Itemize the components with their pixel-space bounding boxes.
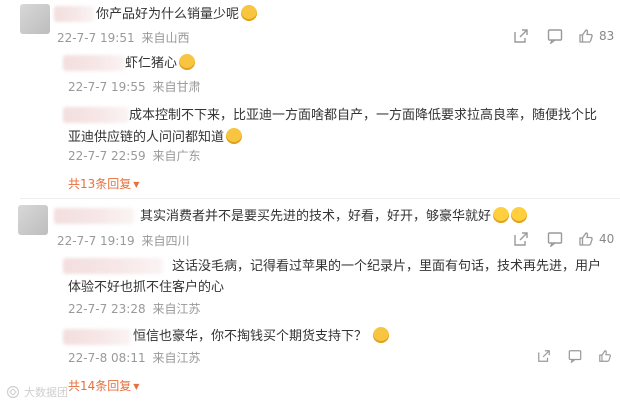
reply-meta: 22-7-7 23:28 来自江苏	[68, 301, 200, 317]
comment-location: 来自山西	[141, 31, 190, 45]
reply-text: 成本控制不下来，比亚迪一方面啥都自产，一方面降低要求拉高良率，随便找个比亚迪供应…	[68, 108, 598, 145]
dog-emoji-icon	[373, 327, 390, 343]
comment-meta: 22-7-7 19:19 来自四川	[57, 233, 189, 249]
comment-time: 22-7-7 19:19	[57, 234, 135, 248]
reply-button[interactable]	[568, 349, 582, 363]
reply-button[interactable]	[547, 28, 563, 44]
caret-down-icon: ▼	[133, 180, 140, 189]
comment-time: 22-7-7 19:51	[57, 31, 135, 45]
comment-text: 你产品好为什么销量少呢	[96, 5, 258, 24]
reply-time: 22-7-7 23:28	[68, 302, 146, 316]
reply-list: 虾仁猪心 22-7-7 19:55 来自甘肃 成本控制不下来，比亚迪一方面啥都自…	[55, 48, 620, 200]
reply-location: 来自甘肃	[152, 80, 201, 94]
divider	[20, 198, 620, 199]
reply-meta: 22-7-7 19:55 来自甘肃	[68, 79, 200, 95]
reply-text: 恒信也豪华，你不掏钱买个期货支持下？	[133, 327, 390, 346]
smile-emoji-icon	[493, 207, 510, 223]
reply-time: 22-7-8 08:11	[68, 351, 146, 365]
reply-text: 这话没毛病，记得看过苹果的一个纪录片，里面有句话，技术再先进，用户体验不好也抓不…	[68, 259, 602, 295]
dog-emoji-icon	[226, 128, 243, 144]
comment-location: 来自四川	[141, 234, 190, 248]
comment-meta: 22-7-7 19:51 来自山西	[57, 30, 189, 46]
caret-down-icon: ▼	[133, 382, 140, 391]
like-icon	[599, 350, 611, 362]
like-button[interactable]: 40	[578, 231, 614, 247]
like-button[interactable]	[598, 349, 612, 363]
more-replies-link[interactable]: 共13条回复 ▼	[68, 176, 139, 194]
comment-text: 其实消费者并不是要买先进的技术，好看，好开，够豪华就好	[140, 207, 528, 226]
reply-location: 来自江苏	[152, 302, 201, 316]
smile-emoji-icon	[511, 207, 528, 223]
like-icon	[579, 29, 593, 43]
reply-list: 这话没毛病，记得看过苹果的一个纪录片，里面有句话，技术再先进，用户体验不好也抓不…	[55, 250, 620, 405]
more-replies-link[interactable]: 共14条回复 ▼	[68, 378, 139, 396]
share-button[interactable]	[513, 231, 529, 247]
reply-time: 22-7-7 22:59	[68, 149, 146, 163]
reply-username[interactable]	[63, 55, 125, 71]
username[interactable]	[54, 6, 94, 22]
like-count: 83	[599, 29, 615, 43]
reply-location: 来自广东	[152, 149, 201, 163]
avatar[interactable]	[20, 4, 50, 34]
comment-icon	[568, 350, 582, 363]
avatar[interactable]	[18, 205, 48, 235]
like-count: 40	[599, 232, 615, 246]
watermark: 大数据团	[6, 384, 68, 400]
reply-location: 来自江苏	[152, 351, 201, 365]
like-button[interactable]: 83	[578, 28, 614, 44]
reply-meta: 22-7-7 22:59 来自广东	[68, 148, 200, 164]
share-icon	[514, 29, 528, 43]
dog-emoji-icon	[179, 54, 196, 70]
share-button[interactable]	[513, 28, 529, 44]
share-icon	[538, 350, 550, 362]
watermark-logo-icon	[6, 385, 20, 399]
comment-icon	[547, 29, 563, 44]
like-icon	[579, 232, 593, 246]
comment-icon	[547, 232, 563, 247]
reply-username[interactable]	[63, 329, 131, 345]
reply-button[interactable]	[547, 231, 563, 247]
share-icon	[514, 232, 528, 246]
reply-meta: 22-7-8 08:11 来自江苏	[68, 350, 200, 366]
share-button[interactable]	[537, 349, 551, 363]
reply-text: 虾仁猪心	[125, 54, 196, 73]
reply-time: 22-7-7 19:55	[68, 80, 146, 94]
thinking-emoji-icon	[241, 5, 258, 21]
username[interactable]	[54, 208, 134, 224]
